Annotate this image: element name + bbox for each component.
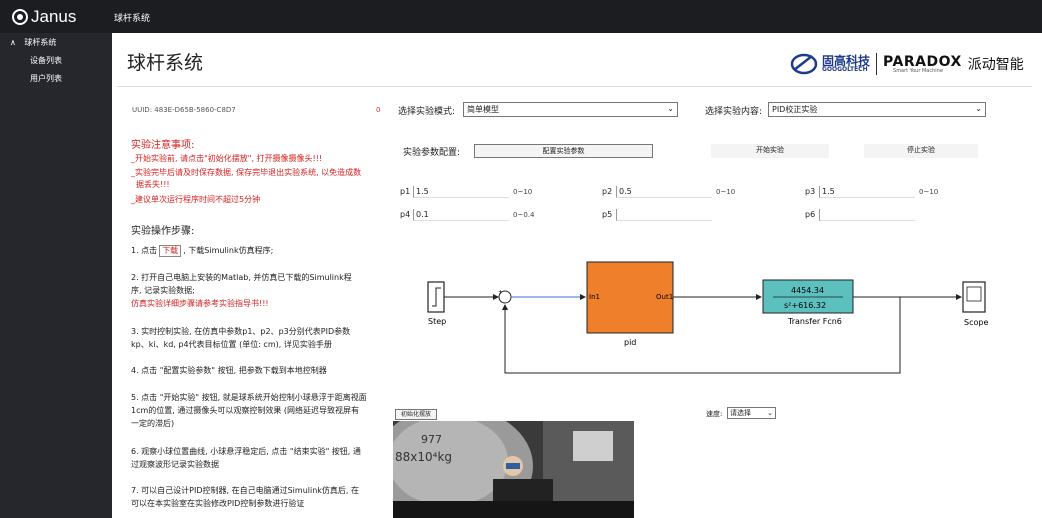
video-overlay-2: 88x10⁴kg [395, 450, 452, 464]
param-input-p5[interactable] [616, 209, 712, 221]
chevron-up-icon: ∧ [10, 38, 16, 47]
pid-out-port: Out1 [656, 293, 673, 301]
step-2-line: 2. 打开自己电脑上安装的Matlab, 并仿真已下载的Simulink程 [131, 273, 352, 282]
sidebar-item-devices[interactable]: 设备列表 [30, 55, 62, 66]
top-nav-title[interactable]: 球杆系统 [114, 11, 150, 24]
init-position-button[interactable]: 初始化摆放 [395, 409, 437, 420]
sidebar-item-label: 球杆系统 [24, 38, 57, 47]
title-divider [117, 86, 1032, 87]
notes-title: 实验注意事项: [131, 140, 195, 151]
download-button[interactable]: 下载 [159, 245, 182, 257]
step-7-line: 7. 可以自己设计PID控制器, 在自己电脑通过Simulink仿真后, 在 [131, 486, 360, 495]
note-line: _建议单次运行程序时间不超过5分钟 [131, 195, 261, 204]
mode-label: 选择实验模式: [398, 107, 456, 117]
param-range-p2: 0~10 [716, 188, 736, 196]
param-input-p6[interactable] [819, 209, 915, 221]
brand-logos: 固高科技 GOOGOLTECH PARADOX Smart Your Machi… [790, 50, 1024, 78]
logo-text: Janus [31, 7, 77, 26]
param-label-p2: p2 [602, 187, 613, 196]
simulink-diagram: Step + − In1 Out1 pid 4454.34 s²+616.32 … [427, 261, 988, 374]
tf-numerator: 4454.34 [791, 286, 824, 295]
sidebar-item-users[interactable]: 用户列表 [30, 73, 62, 84]
param-input-p1[interactable]: 1.5 [413, 186, 509, 198]
step-5-line: 5. 点击 "开始实验" 按钮, 就是球系统开始控制小球悬浮于距离视面 [131, 393, 367, 402]
top-bar: Janus 球杆系统 [0, 0, 1042, 33]
uuid-status: 0 [376, 106, 381, 114]
note-line: _实验完毕后请及时保存数据, 保存完毕退出实验系统, 以免造成数 [131, 168, 362, 177]
step-label: Step [428, 317, 446, 326]
googoltech-brand: 固高科技 GOOGOLTECH [822, 55, 870, 73]
paradox-brand: PARADOX Smart Your Machine [883, 55, 962, 74]
param-range-p4: 0~0.4 [513, 211, 535, 219]
param-label-p5: p5 [602, 210, 613, 219]
content-value: PID校正实验 [772, 105, 818, 114]
step-5-line: 一定的滞后) [131, 419, 175, 428]
camera-feed: 977 88x10⁴kg [393, 421, 634, 518]
googoltech-logo-icon [790, 53, 818, 75]
note-line: _开始实验前, 请点击"初始化摆放", 打开摄像摄像头!!! [131, 154, 323, 163]
step-7-line: 可以在本实验室在实验修改PID控制参数进行验证 [131, 499, 305, 508]
app-logo[interactable]: Janus [12, 7, 76, 27]
speed-select[interactable]: 请选择 ⌄ [727, 407, 776, 419]
scope-block[interactable] [962, 281, 986, 313]
step-3-line: kp、ki、kd, p4代表目标位置 (单位: cm), 详见实验手册 [131, 340, 332, 349]
speed-label: 速度: [706, 410, 723, 418]
param-label-p3: p3 [805, 187, 816, 196]
paradox-name: PARADOX [883, 53, 962, 70]
uuid-label: UUID: 483E-D65B-5860-C8D7 [132, 106, 236, 114]
janus-logo-icon [12, 9, 28, 25]
sidebar: ∧ 球杆系统 设备列表 用户列表 [0, 33, 112, 518]
param-label-p1: p1 [400, 187, 411, 196]
note-line: 据丢失!!! [136, 180, 170, 189]
step-5-line: 1cm的位置, 通过摄像头可以观察控制效果 (网络延迟导致视屏有 [131, 406, 360, 415]
mode-select[interactable]: 简单模型 ⌄ [463, 102, 678, 117]
speed-value: 请选择 [730, 409, 751, 417]
pid-in-port: In1 [589, 293, 600, 301]
camera-feed-image: 977 88x10⁴kg [393, 421, 634, 518]
tf-denominator: s²+616.32 [784, 301, 826, 310]
param-label-p6: p6 [805, 210, 816, 219]
chevron-down-icon: ⌄ [975, 104, 982, 113]
param-range-p3: 0~10 [919, 188, 939, 196]
stop-experiment-button[interactable]: 停止实验 [864, 144, 978, 158]
step-2-warning: 仿真实验详细步骤请参考实验指导书!!! [131, 299, 269, 308]
scope-label: Scope [964, 318, 988, 327]
pid-label: pid [624, 338, 636, 347]
sum-minus-sign: − [503, 305, 508, 312]
config-label: 实验参数配置: [403, 148, 461, 158]
sidebar-item-ball-beam[interactable]: ∧ 球杆系统 [10, 37, 56, 48]
page-title: 球杆系统 [127, 52, 204, 74]
googoltech-en: GOOGOLTECH [822, 66, 868, 73]
chevron-down-icon: ⌄ [667, 104, 674, 113]
step-6-line: 6. 观察小球位置曲线, 小球悬浮稳定后, 点击 "结束实验" 按钮, 通 [131, 447, 361, 456]
param-range-p1: 0~10 [513, 188, 533, 196]
sum-plus-sign: + [498, 289, 503, 296]
param-input-p2[interactable]: 0.5 [616, 186, 712, 198]
chevron-down-icon: ⌄ [767, 409, 773, 417]
content-select[interactable]: PID校正实验 ⌄ [768, 102, 986, 117]
step-1: 1. 点击 下载 , 下载Simulink仿真程序; [131, 245, 273, 257]
config-params-button[interactable]: 配置实验参数 [474, 144, 653, 158]
param-label-p4: p4 [400, 210, 411, 219]
step-2-line: 序, 记录实验数据; [131, 286, 195, 295]
step-1-post: , 下载Simulink仿真程序; [183, 246, 274, 255]
step-4: 4. 点击 "配置实验参数" 按钮, 把参数下载到本地控制器 [131, 366, 327, 375]
step-1-pre: 1. 点击 [131, 246, 158, 255]
mode-value: 简单模型 [467, 105, 499, 114]
content-label: 选择实验内容: [705, 107, 763, 117]
param-input-p4[interactable]: 0.1 [413, 209, 509, 221]
step-block[interactable] [427, 281, 445, 313]
video-overlay-1: 977 [421, 433, 442, 446]
step-3-line: 3. 实时控制实验, 在仿真中参数p1、p2、p3分别代表PID参数 [131, 327, 351, 336]
tf-label: Transfer Fcn6 [787, 317, 842, 326]
step-6-line: 过观察波形记录实验数据 [131, 460, 219, 469]
steps-title: 实验操作步骤: [131, 226, 195, 237]
paradox-cn: 派动智能 [967, 57, 1024, 73]
start-experiment-button[interactable]: 开始实验 [711, 144, 829, 158]
param-input-p3[interactable]: 1.5 [819, 186, 915, 198]
brand-divider [876, 53, 878, 75]
